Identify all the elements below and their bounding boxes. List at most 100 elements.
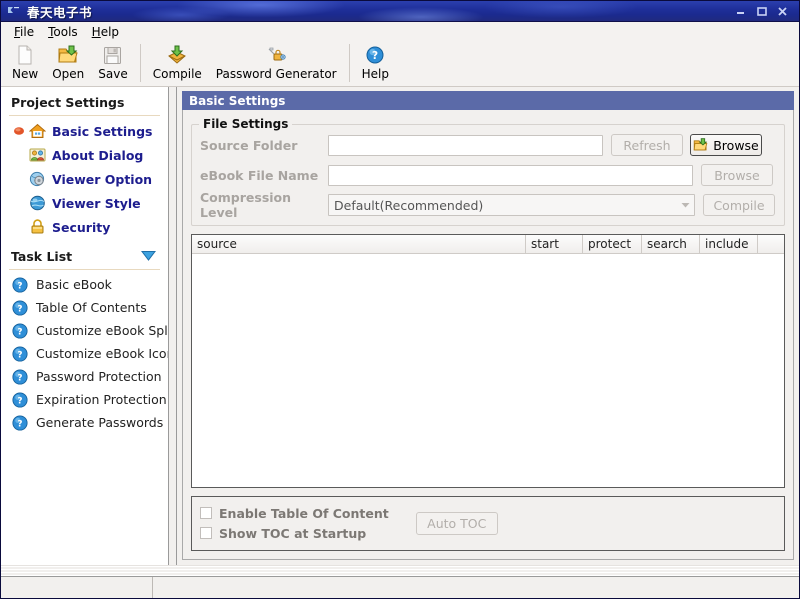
app-icon	[6, 4, 22, 18]
window-controls	[730, 3, 793, 19]
bullet-placeholder	[13, 173, 25, 185]
source-folder-label: Source Folder	[200, 138, 328, 153]
close-button[interactable]	[772, 3, 793, 19]
minimize-button[interactable]	[730, 3, 751, 19]
svg-text:?: ?	[17, 327, 22, 337]
sidebar-item-about-dialog[interactable]: About Dialog	[1, 143, 168, 167]
menu-file[interactable]: File	[7, 23, 41, 41]
menu-help[interactable]: Help	[85, 23, 126, 41]
toolbar-password-generator-label: Password Generator	[216, 67, 337, 81]
project-settings-header: Project Settings	[1, 87, 168, 115]
task-item-customize-ebook-splash[interactable]: ? Customize eBook Splash	[1, 319, 168, 342]
auto-toc-label: Auto TOC	[427, 516, 486, 531]
sidebar-item-basic-settings[interactable]: Basic Settings	[1, 119, 168, 143]
toolbar-compile-label: Compile	[153, 67, 202, 81]
sidebar-item-viewer-option[interactable]: Viewer Option	[1, 167, 168, 191]
help-question-icon: ?	[364, 44, 386, 66]
compile-button[interactable]: Compile	[703, 194, 775, 216]
svg-text:?: ?	[17, 304, 22, 314]
chevron-down-icon[interactable]	[141, 249, 156, 264]
toolbar-save-button[interactable]: Save	[91, 42, 134, 81]
body-area: Project Settings	[1, 87, 799, 565]
show-toc-startup-checkbox[interactable]	[200, 527, 212, 539]
source-table[interactable]: source start protect search include	[191, 234, 785, 488]
sidebar-item-basic-settings-label: Basic Settings	[52, 124, 152, 139]
sidebar-item-security-label: Security	[52, 220, 110, 235]
toolbar-separator-1	[140, 44, 141, 82]
source-folder-browse-button[interactable]: Browse	[690, 134, 762, 156]
help-question-icon: ?	[11, 391, 28, 408]
home-icon	[28, 123, 46, 139]
maximize-button[interactable]	[751, 3, 772, 19]
enable-toc-row[interactable]: Enable Table Of Content	[200, 503, 389, 523]
source-folder-row: Source Folder Refresh	[200, 134, 776, 156]
floppy-disk-icon	[102, 44, 124, 66]
password-key-icon	[265, 44, 287, 66]
menu-bar: File Tools Help	[1, 22, 799, 42]
toolbar-compile-button[interactable]: Compile	[146, 42, 209, 81]
ebook-file-name-browse-button[interactable]: Browse	[701, 164, 773, 186]
ebook-file-name-label: eBook File Name	[200, 168, 328, 183]
show-toc-startup-label: Show TOC at Startup	[219, 526, 366, 541]
menu-tools[interactable]: Tools	[41, 23, 85, 41]
sidebar-item-viewer-style[interactable]: Viewer Style	[1, 191, 168, 215]
toolbar-separator-2	[349, 44, 350, 82]
toolbar-new-button[interactable]: New	[5, 42, 45, 81]
column-header-source[interactable]: source	[192, 235, 526, 253]
file-settings-group: File Settings Source Folder Refresh	[191, 124, 785, 226]
refresh-button-label: Refresh	[623, 138, 670, 153]
task-item-expiration-protection[interactable]: ? Expiration Protection	[1, 388, 168, 411]
task-item-table-of-contents-label: Table Of Contents	[36, 300, 147, 315]
toolbar-password-generator-button[interactable]: Password Generator	[209, 42, 344, 81]
toolbar-new-label: New	[12, 67, 38, 81]
window-title: 春天电子书	[27, 2, 92, 21]
task-item-table-of-contents[interactable]: ? Table Of Contents	[1, 296, 168, 319]
column-header-protect[interactable]: protect	[583, 235, 642, 253]
panel-title: Basic Settings	[182, 91, 794, 110]
horizontal-scroll-strip[interactable]	[1, 565, 799, 576]
help-question-icon: ?	[11, 414, 28, 431]
source-folder-browse-label: Browse	[713, 138, 759, 153]
toolbar-open-button[interactable]: Open	[45, 42, 91, 81]
sidebar-splitter[interactable]	[168, 87, 177, 565]
compression-level-select[interactable]: Default(Recommended)	[328, 194, 695, 216]
status-bar	[1, 576, 799, 599]
refresh-button[interactable]: Refresh	[611, 134, 683, 156]
auto-toc-button[interactable]: Auto TOC	[416, 512, 498, 535]
source-folder-input[interactable]	[328, 135, 603, 156]
panel-title-label: Basic Settings	[189, 94, 285, 108]
toolbar-help-button[interactable]: ? Help	[355, 42, 396, 81]
compression-level-label: Compression Level	[200, 190, 328, 220]
panel-inner: File Settings Source Folder Refresh	[182, 110, 794, 560]
enable-toc-checkbox[interactable]	[200, 507, 212, 519]
source-table-body[interactable]	[192, 254, 784, 487]
toolbar: New Open Save	[1, 42, 799, 87]
column-header-include[interactable]: include	[700, 235, 758, 253]
title-bar: 春天电子书	[1, 1, 799, 22]
gear-globe-icon	[28, 171, 46, 187]
sidebar-item-security[interactable]: Security	[1, 215, 168, 239]
task-item-basic-ebook-label: Basic eBook	[36, 277, 112, 292]
project-settings-header-label: Project Settings	[11, 95, 168, 110]
task-list-divider	[9, 269, 160, 270]
toolbar-save-label: Save	[98, 67, 127, 81]
svg-text:?: ?	[17, 396, 22, 406]
task-item-customize-ebook-icon-label: Customize eBook Icon	[36, 346, 168, 361]
task-item-basic-ebook[interactable]: ? Basic eBook	[1, 273, 168, 296]
column-header-filler	[758, 235, 784, 253]
svg-text:?: ?	[372, 50, 378, 62]
column-header-start[interactable]: start	[526, 235, 583, 253]
open-folder-icon	[57, 44, 79, 66]
task-item-password-protection[interactable]: ? Password Protection	[1, 365, 168, 388]
task-item-generate-passwords[interactable]: ? Generate Passwords	[1, 411, 168, 434]
show-toc-startup-row[interactable]: Show TOC at Startup	[200, 523, 389, 543]
task-item-customize-ebook-icon[interactable]: ? Customize eBook Icon	[1, 342, 168, 365]
chevron-down-icon	[677, 195, 694, 215]
help-question-icon: ?	[11, 345, 28, 362]
column-header-search[interactable]: search	[642, 235, 700, 253]
ebook-file-name-input[interactable]	[328, 165, 693, 186]
toolbar-help-label: Help	[362, 67, 389, 81]
sidebar-item-viewer-style-label: Viewer Style	[52, 196, 141, 211]
help-question-icon: ?	[11, 276, 28, 293]
sidebar-item-viewer-option-label: Viewer Option	[52, 172, 152, 187]
